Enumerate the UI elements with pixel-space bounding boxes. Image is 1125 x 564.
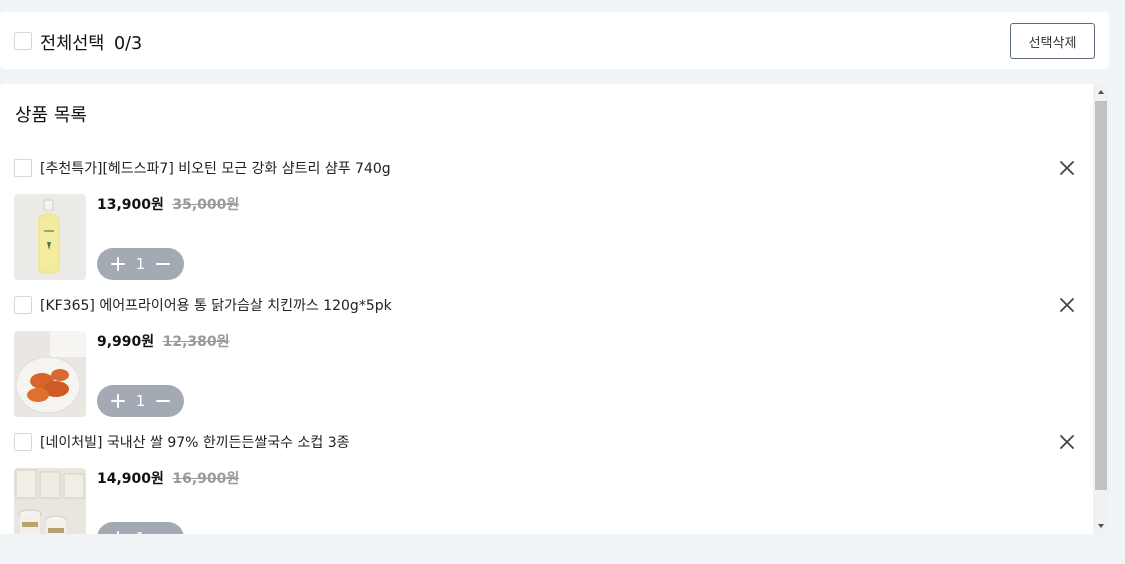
select-all-label[interactable]: 전체선택 0/3 [40,30,142,55]
price-row: 14,900원 16,900원 [97,468,239,488]
price-row: 9,990원 12,380원 [97,331,230,351]
list-item: [네이처빌] 국내산 쌀 97% 한끼든든쌀국수 소컵 3종 14,900원 1… [0,423,1092,534]
list-scrollbar[interactable] [1093,84,1109,534]
plus-icon [117,531,119,534]
close-icon [1060,435,1074,449]
remove-item-button[interactable] [1057,432,1077,452]
quantity-value: 1 [135,255,146,273]
list-item: [추천특가][헤드스파7] 비오틴 모근 강화 샴트리 샴푸 740g 13,9… [0,149,1092,286]
increment-button[interactable] [111,394,125,408]
scroll-up-arrow[interactable] [1093,84,1109,100]
sale-price: 9,990원 [97,334,155,350]
plus-icon [111,257,125,271]
minus-icon [155,400,170,402]
select-all-text: 전체선택 [40,34,105,54]
increment-button[interactable] [111,531,125,534]
decrement-button[interactable] [155,257,170,271]
sale-price: 14,900원 [97,471,164,487]
minus-icon [155,263,170,265]
decrement-button[interactable] [156,531,170,534]
minus-icon [156,531,170,534]
scrollbar-thumb[interactable] [1095,101,1107,490]
list-item: [KF365] 에어프라이어용 통 닭가슴살 치킨까스 120g*5pk 9,9… [0,286,1092,423]
sale-price: 13,900원 [97,197,164,213]
selected-count: 0/3 [113,34,143,54]
triangle-down-icon [1098,524,1104,528]
close-icon [1060,298,1074,312]
price-row: 13,900원 35,000원 [97,194,239,214]
remove-item-button[interactable] [1057,158,1077,178]
close-icon [1060,161,1074,175]
quantity-value: 1 [136,529,146,534]
shampoo-bottle-image[interactable] [14,194,86,280]
decrement-button[interactable] [155,394,170,408]
item-name[interactable]: [추천특가][헤드스파7] 비오틴 모근 강화 샴트리 샴푸 740g [40,158,391,178]
product-list-panel: 상품 목록 [추천특가][헤드스파7] 비오틴 모근 강화 샴트리 샴푸 740… [0,84,1109,534]
item-checkbox[interactable] [14,296,32,314]
original-price: 35,000원 [172,197,240,213]
quantity-stepper: 1 [97,385,184,417]
item-checkbox[interactable] [14,433,32,451]
delete-selected-button[interactable]: 선택삭제 [1010,23,1095,59]
plus-icon [111,394,125,408]
remove-item-button[interactable] [1057,295,1077,315]
quantity-stepper: 1 [97,248,184,280]
select-all-bar: 전체선택 0/3 선택삭제 [0,12,1109,69]
list-title: 상품 목록 [15,105,87,126]
chicken-cutlet-image[interactable] [14,331,86,417]
item-checkbox[interactable] [14,159,32,177]
original-price: 12,380원 [162,334,230,350]
increment-button[interactable] [111,257,125,271]
scroll-down-arrow[interactable] [1093,518,1109,534]
select-all-checkbox[interactable] [14,32,32,50]
item-name[interactable]: [KF365] 에어프라이어용 통 닭가슴살 치킨까스 120g*5pk [40,295,392,315]
quantity-stepper: 1 [97,522,184,534]
triangle-up-icon [1098,90,1104,94]
item-name[interactable]: [네이처빌] 국내산 쌀 97% 한끼든든쌀국수 소컵 3종 [40,432,350,452]
quantity-value: 1 [135,392,146,410]
rice-noodle-cups-image[interactable] [14,468,86,534]
original-price: 16,900원 [172,471,240,487]
